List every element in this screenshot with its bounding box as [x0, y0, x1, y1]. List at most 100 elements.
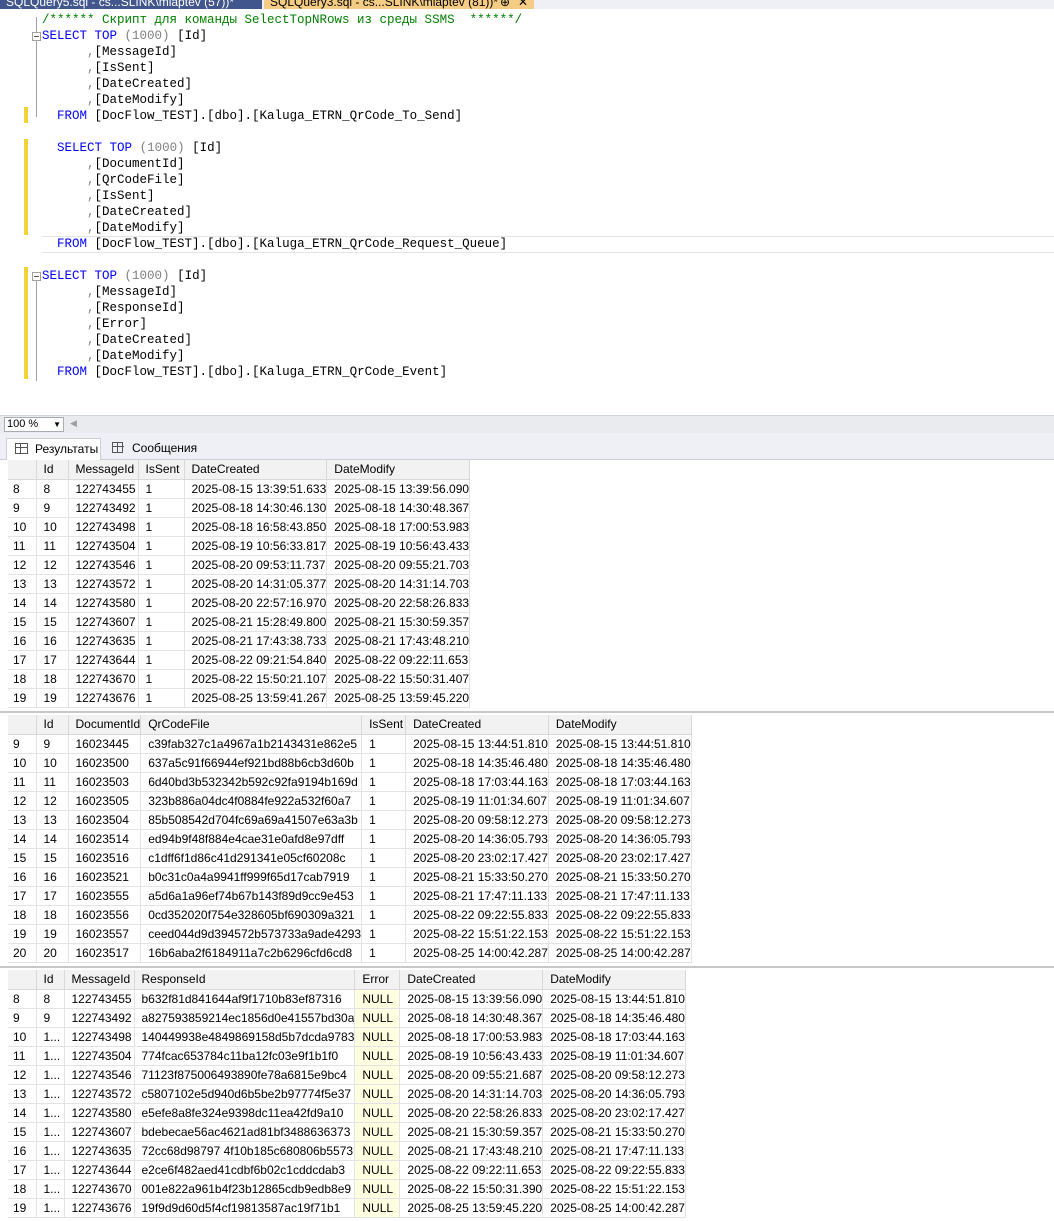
table-cell[interactable]: 2025-08-25 13:59:45.220	[326, 688, 471, 708]
table-cell[interactable]: 2025-08-19 11:01:34.607	[542, 1046, 686, 1066]
row-number[interactable]: 9	[8, 1008, 37, 1028]
table-row[interactable]: 15 15 16023516 c1dff6f1d86c41d291341e05cf60…	[8, 848, 692, 868]
row-number[interactable]: 13	[8, 1084, 37, 1104]
table-cell[interactable]: 9	[36, 734, 69, 754]
table-cell[interactable]: 2025-08-21 15:30:59.357	[399, 1122, 544, 1142]
row-number[interactable]: 19	[8, 688, 37, 708]
row-number[interactable]: 11	[8, 772, 37, 792]
table-cell[interactable]: 2025-08-18 16:58:43.850	[184, 517, 328, 537]
table-cell[interactable]: 1	[138, 555, 185, 575]
table-cell[interactable]: 19	[36, 688, 69, 708]
table-row[interactable]: 9 9 122743492 a827593859214ec1856d0e41557bd…	[8, 1008, 686, 1028]
table-cell[interactable]: 19	[36, 924, 69, 944]
table-cell[interactable]: 122743498	[64, 1027, 135, 1047]
table-cell[interactable]: 1...	[36, 1046, 65, 1066]
table-cell[interactable]: 13	[36, 574, 69, 594]
column-header[interactable]: Id	[36, 715, 69, 735]
row-number[interactable]: 17	[8, 886, 37, 906]
scroll-left-icon[interactable]: ◀	[70, 418, 77, 429]
table-cell[interactable]: 2025-08-21 15:33:50.270	[542, 1122, 686, 1142]
table-row[interactable]: 11 11 122743504 1 2025-08-19 10:56:33.817 202…	[8, 536, 471, 556]
table-cell[interactable]: 1	[138, 650, 185, 670]
table-cell[interactable]: 2025-08-20 09:55:21.703	[326, 555, 471, 575]
table-cell[interactable]: 16023514	[68, 829, 142, 849]
table-cell[interactable]: 122743644	[68, 650, 139, 670]
table-cell[interactable]: 2025-08-20 14:36:05.793	[405, 829, 549, 849]
table-cell[interactable]: 1...	[36, 1160, 65, 1180]
table-cell[interactable]: NULL	[354, 989, 401, 1009]
table-cell[interactable]: c5807102e5d940d6b5be2b97774f5e37	[134, 1084, 356, 1104]
table-cell[interactable]: 1	[138, 593, 185, 613]
table-cell[interactable]: 122743676	[68, 688, 139, 708]
table-cell[interactable]: NULL	[354, 1065, 401, 1085]
table-cell[interactable]: 1...	[36, 1122, 65, 1142]
table-row[interactable]: 16 16 122743635 1 2025-08-21 17:43:38.733 202…	[8, 631, 471, 651]
result-grid-1[interactable]: Id MessageId IsSent DateCreated DateModify 8 8…	[8, 460, 471, 708]
table-cell[interactable]: 2025-08-20 09:53:11.737	[184, 555, 328, 575]
table-cell[interactable]: bdebecae56ac4621ad81bf3488636373	[134, 1122, 356, 1142]
table-cell[interactable]: 2025-08-15 13:44:51.810	[542, 989, 686, 1009]
grid-splitter[interactable]	[0, 711, 1054, 713]
table-cell[interactable]: 122743572	[68, 574, 139, 594]
table-cell[interactable]: 8	[36, 989, 65, 1009]
column-header[interactable]: DateCreated	[405, 715, 549, 735]
tab-messages[interactable]: Сообщения	[104, 438, 197, 460]
table-cell[interactable]: 2025-08-20 23:02:17.427	[405, 848, 549, 868]
table-cell[interactable]: 1	[361, 753, 407, 773]
table-cell[interactable]: 2025-08-22 09:22:11.653	[326, 650, 471, 670]
table-cell[interactable]: 13	[36, 810, 69, 830]
table-cell[interactable]: 17	[36, 650, 69, 670]
row-number[interactable]: 16	[8, 1141, 37, 1161]
table-cell[interactable]: 9	[36, 498, 69, 518]
table-cell[interactable]: a827593859214ec1856d0e41557bd30a	[134, 1008, 356, 1028]
table-cell[interactable]: 18	[36, 905, 69, 925]
table-cell[interactable]: 1...	[36, 1141, 65, 1161]
table-cell[interactable]: 1	[138, 688, 185, 708]
table-cell[interactable]: 19f9d9d60d5f4cf19813587ac19f71b1	[134, 1198, 356, 1218]
table-cell[interactable]: 1...	[36, 1103, 65, 1123]
column-header[interactable]: QrCodeFile	[140, 715, 363, 735]
row-number[interactable]: 11	[8, 536, 37, 556]
table-cell[interactable]: 140449938e4849869158d5b7dcda9783	[134, 1027, 356, 1047]
table-cell[interactable]: 2025-08-18 14:30:48.367	[326, 498, 471, 518]
row-number[interactable]: 14	[8, 829, 37, 849]
row-number[interactable]: 16	[8, 867, 37, 887]
table-cell[interactable]: 2025-08-20 23:02:17.427	[542, 1103, 686, 1123]
table-cell[interactable]: 001e822a961b4f23b12865cdb9edb8e9	[134, 1179, 356, 1199]
table-cell[interactable]: 2025-08-22 15:50:31.407	[326, 669, 471, 689]
table-cell[interactable]: 16023504	[68, 810, 142, 830]
table-cell[interactable]: 10	[36, 753, 69, 773]
table-cell[interactable]: 1...	[36, 1179, 65, 1199]
table-cell[interactable]: 1	[361, 943, 407, 963]
table-cell[interactable]: 2025-08-22 15:51:22.153	[405, 924, 549, 944]
row-number[interactable]: 9	[8, 498, 37, 518]
table-cell[interactable]: 2025-08-21 15:33:50.270	[405, 867, 549, 887]
table-cell[interactable]: 2025-08-25 14:00:42.287	[405, 943, 549, 963]
row-number[interactable]: 11	[8, 1046, 37, 1066]
table-row[interactable]: 19 19 16023557 ceed044d9d394572b573733a9ade…	[8, 924, 692, 944]
table-cell[interactable]: 2025-08-15 13:44:51.810	[548, 734, 692, 754]
table-cell[interactable]: 122743607	[68, 612, 139, 632]
table-cell[interactable]: 11	[36, 536, 69, 556]
table-cell[interactable]: e2ce6f482aed41cdbf6b02c1cddcdab3	[134, 1160, 356, 1180]
table-cell[interactable]: 1	[138, 479, 185, 499]
table-cell[interactable]: 122743455	[64, 989, 135, 1009]
row-number[interactable]: 18	[8, 669, 37, 689]
table-cell[interactable]: 122743670	[68, 669, 139, 689]
table-cell[interactable]: 2025-08-21 15:33:50.270	[548, 867, 692, 887]
table-cell[interactable]: 2025-08-18 17:03:44.163	[542, 1027, 686, 1047]
column-header[interactable]: DateModify	[548, 715, 692, 735]
table-cell[interactable]: 2025-08-19 11:01:34.607	[548, 791, 692, 811]
select-all-corner[interactable]	[8, 460, 37, 480]
table-cell[interactable]: 2025-08-19 10:56:33.817	[184, 536, 328, 556]
table-row[interactable]: 12 12 16023505 323b886a04dc4f0884fe922a532f…	[8, 791, 692, 811]
table-cell[interactable]: 1	[361, 924, 407, 944]
row-number[interactable]: 9	[8, 734, 37, 754]
row-number[interactable]: 15	[8, 612, 37, 632]
table-cell[interactable]: 2025-08-20 23:02:17.427	[548, 848, 692, 868]
table-cell[interactable]: 2025-08-18 17:03:44.163	[548, 772, 692, 792]
table-cell[interactable]: NULL	[354, 1027, 401, 1047]
table-row[interactable]: 17 17 16023555 a5d6a1a96ef74b67b143f89d9cc9…	[8, 886, 692, 906]
table-cell[interactable]: 2025-08-20 14:36:05.793	[542, 1084, 686, 1104]
column-header[interactable]: MessageId	[68, 460, 139, 480]
